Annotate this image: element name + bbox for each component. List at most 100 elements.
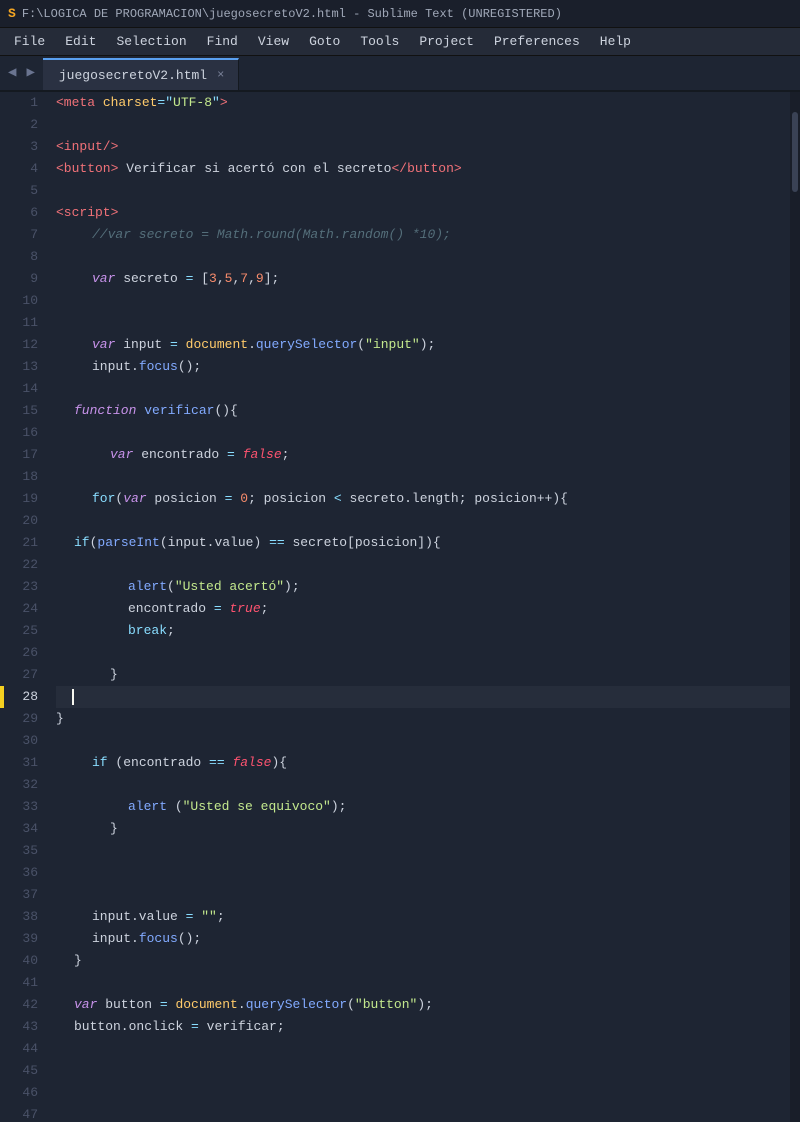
code-line-18 bbox=[56, 466, 790, 488]
menu-find[interactable]: Find bbox=[197, 30, 248, 53]
line-num-4: 4 bbox=[4, 158, 38, 180]
line-num-44: 44 bbox=[4, 1038, 38, 1060]
line-num-47: 47 bbox=[4, 1104, 38, 1122]
line-num-13: 13 bbox=[4, 356, 38, 378]
menu-view[interactable]: View bbox=[248, 30, 299, 53]
code-line-2 bbox=[56, 114, 790, 136]
line-num-30: 30 bbox=[4, 730, 38, 752]
line-num-28: 28 bbox=[4, 686, 38, 708]
menu-edit[interactable]: Edit bbox=[55, 30, 106, 53]
line-num-43: 43 bbox=[4, 1016, 38, 1038]
line-num-26: 26 bbox=[4, 642, 38, 664]
code-line-7: //var secreto = Math.round(Math.random()… bbox=[56, 224, 790, 246]
code-line-17: var encontrado = false; bbox=[56, 444, 790, 466]
code-line-41 bbox=[56, 972, 790, 994]
line-num-31: 31 bbox=[4, 752, 38, 774]
line-num-19: 19 bbox=[4, 488, 38, 510]
code-line-46 bbox=[56, 1082, 790, 1104]
line-num-11: 11 bbox=[4, 312, 38, 334]
app-icon: S bbox=[8, 6, 16, 21]
line-num-34: 34 bbox=[4, 818, 38, 840]
file-tab[interactable]: juegosecretoV2.html × bbox=[43, 58, 239, 90]
scrollbar[interactable] bbox=[790, 92, 800, 1122]
menu-goto[interactable]: Goto bbox=[299, 30, 350, 53]
nav-right-arrow[interactable]: ▶ bbox=[22, 62, 38, 83]
line-num-5: 5 bbox=[4, 180, 38, 202]
code-line-28 bbox=[56, 686, 790, 708]
code-line-23: alert("Usted acertó"); bbox=[56, 576, 790, 598]
line-num-1: 1 bbox=[4, 92, 38, 114]
line-num-37: 37 bbox=[4, 884, 38, 906]
menu-file[interactable]: File bbox=[4, 30, 55, 53]
line-num-41: 41 bbox=[4, 972, 38, 994]
code-line-16 bbox=[56, 422, 790, 444]
code-line-39: input.focus(); bbox=[56, 928, 790, 950]
code-line-15: function verificar(){ bbox=[56, 400, 790, 422]
line-num-33: 33 bbox=[4, 796, 38, 818]
code-line-8 bbox=[56, 246, 790, 268]
line-num-27: 27 bbox=[4, 664, 38, 686]
line-num-15: 15 bbox=[4, 400, 38, 422]
code-line-3: <input/> bbox=[56, 136, 790, 158]
code-line-26 bbox=[56, 642, 790, 664]
code-line-13: input.focus(); bbox=[56, 356, 790, 378]
code-line-33: alert ("Usted se equivoco"); bbox=[56, 796, 790, 818]
tab-bar: ◀ ▶ juegosecretoV2.html × bbox=[0, 56, 800, 92]
code-line-31: if (encontrado == false){ bbox=[56, 752, 790, 774]
line-num-3: 3 bbox=[4, 136, 38, 158]
code-line-1: <meta charset="UTF-8"> bbox=[56, 92, 790, 114]
line-num-2: 2 bbox=[4, 114, 38, 136]
line-num-18: 18 bbox=[4, 466, 38, 488]
code-line-32 bbox=[56, 774, 790, 796]
line-num-21: 21 bbox=[4, 532, 38, 554]
code-line-22 bbox=[56, 554, 790, 576]
menu-selection[interactable]: Selection bbox=[106, 30, 196, 53]
line-num-22: 22 bbox=[4, 554, 38, 576]
code-line-10 bbox=[56, 290, 790, 312]
line-numbers: 1 2 3 4 5 6 7 8 9 10 11 12 13 14 15 16 1… bbox=[4, 92, 48, 1122]
line-num-16: 16 bbox=[4, 422, 38, 444]
menu-tools[interactable]: Tools bbox=[350, 30, 409, 53]
editor-area[interactable]: 1 2 3 4 5 6 7 8 9 10 11 12 13 14 15 16 1… bbox=[0, 92, 800, 1122]
line-num-46: 46 bbox=[4, 1082, 38, 1104]
code-line-40: } bbox=[56, 950, 790, 972]
line-num-45: 45 bbox=[4, 1060, 38, 1082]
line-num-29: 29 bbox=[4, 708, 38, 730]
code-line-14 bbox=[56, 378, 790, 400]
window-title: F:\LOGICA DE PROGRAMACION\juegosecretoV2… bbox=[22, 7, 562, 21]
code-line-42: var button = document.querySelector("but… bbox=[56, 994, 790, 1016]
code-line-4: <button> Verificar si acertó con el secr… bbox=[56, 158, 790, 180]
line-num-8: 8 bbox=[4, 246, 38, 268]
code-line-12: var input = document.querySelector("inpu… bbox=[56, 334, 790, 356]
line-num-17: 17 bbox=[4, 444, 38, 466]
code-line-11 bbox=[56, 312, 790, 334]
scroll-thumb[interactable] bbox=[792, 112, 798, 192]
code-line-47 bbox=[56, 1104, 790, 1122]
line-num-42: 42 bbox=[4, 994, 38, 1016]
menu-help[interactable]: Help bbox=[590, 30, 641, 53]
tab-label: juegosecretoV2.html bbox=[59, 68, 207, 83]
code-line-25: break; bbox=[56, 620, 790, 642]
line-num-10: 10 bbox=[4, 290, 38, 312]
menu-project[interactable]: Project bbox=[409, 30, 484, 53]
line-num-6: 6 bbox=[4, 202, 38, 224]
line-num-7: 7 bbox=[4, 224, 38, 246]
code-line-6: <script> bbox=[56, 202, 790, 224]
line-num-25: 25 bbox=[4, 620, 38, 642]
line-num-40: 40 bbox=[4, 950, 38, 972]
code-line-27: } bbox=[56, 664, 790, 686]
menu-preferences[interactable]: Preferences bbox=[484, 30, 590, 53]
code-line-21: if(parseInt(input.value) == secreto[posi… bbox=[56, 532, 790, 554]
code-line-24: encontrado = true; bbox=[56, 598, 790, 620]
code-line-9: var secreto = [3,5,7,9]; bbox=[56, 268, 790, 290]
line-num-20: 20 bbox=[4, 510, 38, 532]
tab-close-button[interactable]: × bbox=[217, 68, 224, 82]
code-line-5 bbox=[56, 180, 790, 202]
nav-left-arrow[interactable]: ◀ bbox=[4, 62, 20, 83]
line-num-14: 14 bbox=[4, 378, 38, 400]
code-line-36 bbox=[56, 862, 790, 884]
title-bar: S F:\LOGICA DE PROGRAMACION\juegosecreto… bbox=[0, 0, 800, 28]
line-num-9: 9 bbox=[4, 268, 38, 290]
code-content[interactable]: <meta charset="UTF-8"> <input/> <button>… bbox=[48, 92, 790, 1122]
code-line-20 bbox=[56, 510, 790, 532]
